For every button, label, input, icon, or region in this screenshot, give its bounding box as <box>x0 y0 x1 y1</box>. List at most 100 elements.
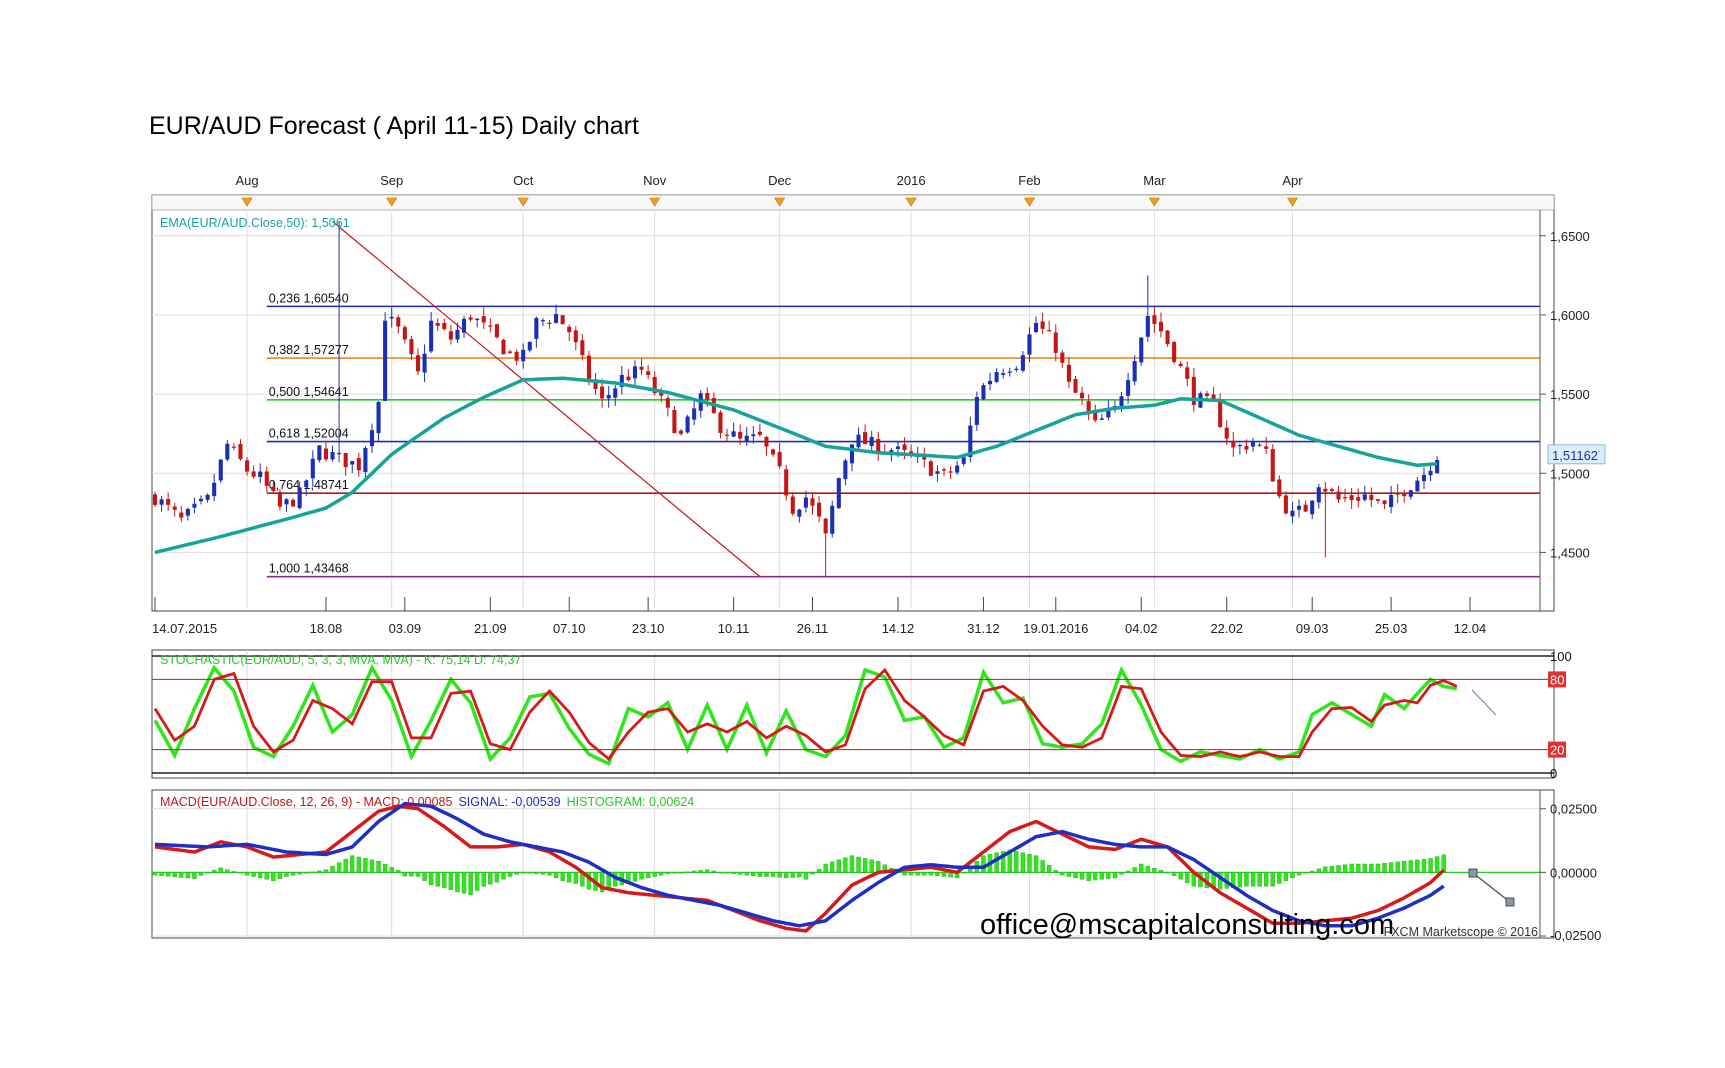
histogram-bar <box>1047 865 1052 873</box>
price-tick-label: 1,6500 <box>1550 229 1590 244</box>
candle-body <box>1204 393 1210 396</box>
candle-body <box>1007 371 1012 373</box>
candle-body <box>1277 479 1282 497</box>
date-tick-label: 04.02 <box>1125 621 1158 636</box>
histogram-bar <box>731 872 736 874</box>
candle-body <box>1310 500 1315 515</box>
histogram-bar <box>1296 872 1302 876</box>
candle-body <box>501 339 506 355</box>
histogram-bar <box>428 872 434 886</box>
date-tick-label: 31.12 <box>967 621 1000 636</box>
histogram-bar <box>941 872 947 877</box>
candle-body <box>1421 474 1427 482</box>
candle-body <box>1040 321 1045 329</box>
candle-body <box>1244 445 1249 450</box>
candle-body <box>777 452 782 467</box>
histogram-bar <box>1257 872 1262 887</box>
histogram-bar <box>744 872 749 876</box>
histogram-bar <box>1342 864 1348 873</box>
candle-body <box>1369 494 1374 500</box>
candle-body <box>843 460 848 480</box>
histogram-bar <box>304 872 309 874</box>
histogram-bar <box>251 872 256 877</box>
histogram-bar <box>1362 863 1367 873</box>
candle-body <box>337 452 342 455</box>
candle-body <box>409 339 414 355</box>
histogram-bar <box>507 872 513 877</box>
candle-body <box>218 459 223 481</box>
candle-body <box>179 512 184 518</box>
candle-body <box>948 471 953 473</box>
histogram-bar <box>172 872 177 878</box>
date-tick-label: 25.03 <box>1375 621 1408 636</box>
histogram-bar <box>1119 872 1124 875</box>
candle-body <box>1066 364 1071 382</box>
histogram-bar <box>527 872 532 874</box>
histogram-bar <box>1382 863 1387 873</box>
price-tick-label: 1,5500 <box>1550 387 1590 402</box>
candle-body <box>350 461 355 465</box>
month-label: Mar <box>1143 173 1166 188</box>
candle-body <box>1290 510 1295 517</box>
histogram-bar <box>290 872 296 876</box>
date-tick-label: 10.11 <box>718 621 750 636</box>
histogram-bar <box>718 872 723 874</box>
candle-body <box>284 499 289 505</box>
histogram-bar <box>1388 862 1394 873</box>
histogram-bar <box>198 872 204 876</box>
histogram-bar <box>1171 872 1177 877</box>
candle-body <box>705 392 710 400</box>
candle-body <box>1283 495 1288 514</box>
histogram-bar <box>770 872 776 877</box>
histogram-bar <box>343 858 348 873</box>
histogram-bar <box>356 856 362 873</box>
candle-body <box>1053 332 1058 353</box>
candle-body <box>665 398 670 408</box>
candle-body <box>1139 337 1144 363</box>
candle-body <box>1073 378 1078 393</box>
candle-body <box>1343 497 1348 499</box>
histogram-bar <box>757 872 763 877</box>
candle-body <box>1178 363 1183 367</box>
candle-body <box>600 386 605 399</box>
candle-body <box>514 351 519 361</box>
candle-body <box>185 508 190 516</box>
candle-body <box>678 430 684 434</box>
date-tick-label: 22.02 <box>1210 621 1243 636</box>
candle-body <box>527 341 532 351</box>
candle-body <box>238 444 243 460</box>
candle-body <box>738 431 743 439</box>
candle-body <box>455 329 460 340</box>
last-price-label: 1,51162 <box>1552 448 1598 463</box>
candle-body <box>363 447 368 473</box>
histogram-bar <box>297 872 302 875</box>
candle-body <box>632 366 638 379</box>
candle-body <box>198 498 204 502</box>
histogram-bar <box>652 872 657 877</box>
histogram-bar <box>784 872 789 879</box>
histogram-bar <box>521 872 526 874</box>
histogram-bar <box>1421 858 1427 873</box>
candle-body <box>856 434 861 448</box>
histogram-bar <box>823 863 828 873</box>
histogram-bar <box>685 871 690 873</box>
candle-body <box>1172 341 1177 362</box>
candle-body <box>1218 400 1223 428</box>
fibonacci-label: 1,000 1,43468 <box>269 562 349 576</box>
candle-body <box>310 458 315 479</box>
candle-body <box>494 324 499 338</box>
candle-body <box>672 409 677 434</box>
candle-body <box>823 518 828 534</box>
candle-body <box>1349 495 1354 501</box>
candle-body <box>1323 488 1328 492</box>
candle-body <box>974 396 979 425</box>
date-tick-label: 07.10 <box>553 621 586 636</box>
histogram-bar <box>363 858 368 873</box>
candle-body <box>764 437 769 447</box>
candle-body <box>317 445 322 461</box>
month-label: Feb <box>1018 173 1040 188</box>
histogram-bar <box>1079 872 1085 880</box>
date-tick-label: 21.09 <box>474 621 507 636</box>
candle-body <box>935 471 940 474</box>
candle-body <box>869 436 874 447</box>
